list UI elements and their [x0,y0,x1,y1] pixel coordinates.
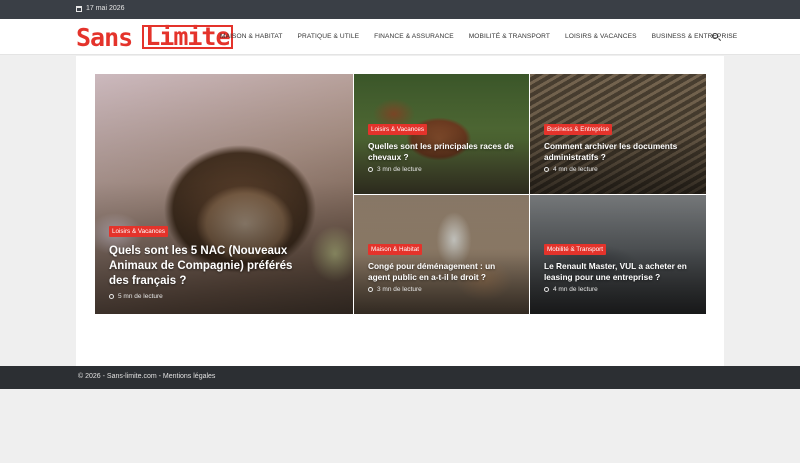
read-time: 3 mn de lecture [368,286,519,293]
clock-icon [368,287,373,292]
article-card[interactable]: Maison & Habitat Congé pour déménagement… [354,195,529,314]
article-title[interactable]: Congé pour déménagement : un agent publi… [368,261,519,283]
date-text: 17 mai 2026 [86,5,125,12]
date-display: 17 mai 2026 [76,5,125,12]
article-card[interactable]: Business & Entreprise Comment archiver l… [530,74,706,194]
nav-item-mobilite-transport[interactable]: MOBILITÉ & TRANSPORT [469,33,550,40]
main-nav: MAISON & HABITAT PRATIQUE & UTILE FINANC… [220,33,752,40]
category-badge[interactable]: Mobilité & Transport [544,244,606,256]
article-card[interactable]: Loisirs & Vacances Quelles sont les prin… [354,74,529,194]
site-logo[interactable]: Sans Limite [76,22,233,52]
clock-icon [544,167,549,172]
logo-part-sans: Sans [76,22,133,52]
nav-item-loisirs-vacances[interactable]: LOISIRS & VACANCES [565,33,637,40]
read-time-text: 4 mn de lecture [553,166,598,173]
article-card[interactable]: Mobilité & Transport Le Renault Master, … [530,195,706,314]
nav-item-finance-assurance[interactable]: FINANCE & ASSURANCE [374,33,454,40]
read-time: 4 mn de lecture [544,166,696,173]
article-title[interactable]: Comment archiver les documents administr… [544,141,696,163]
nav-item-pratique-utile[interactable]: PRATIQUE & UTILE [298,33,360,40]
read-time: 3 mn de lecture [368,166,519,173]
read-time-text: 5 mn de lecture [118,293,163,300]
site-header: Sans Limite MAISON & HABITAT PRATIQUE & … [0,19,800,55]
top-bar: 17 mai 2026 [0,0,800,19]
category-badge[interactable]: Maison & Habitat [368,244,422,256]
read-time: 5 mn de lecture [109,293,343,300]
clock-icon [544,287,549,292]
read-time-text: 4 mn de lecture [553,286,598,293]
category-badge[interactable]: Loisirs & Vacances [368,124,428,136]
footer-text[interactable]: © 2026 - Sans-limite.com - Mentions léga… [78,373,215,380]
featured-article-card[interactable]: Loisirs & Vacances Quels sont les 5 NAC … [95,74,353,314]
read-time-text: 3 mn de lecture [377,286,422,293]
site-footer: © 2026 - Sans-limite.com - Mentions léga… [0,366,800,389]
category-badge[interactable]: Loisirs & Vacances [109,226,169,238]
category-badge[interactable]: Business & Entreprise [544,124,612,136]
calendar-icon [76,5,82,12]
search-icon[interactable] [712,33,718,39]
nav-item-business-entreprise[interactable]: BUSINESS & ENTREPRISE [652,33,738,40]
article-title[interactable]: Quelles sont les principales races de ch… [368,141,519,163]
read-time-text: 3 mn de lecture [377,166,422,173]
clock-icon [368,167,373,172]
read-time: 4 mn de lecture [544,286,696,293]
article-title[interactable]: Le Renault Master, VUL a acheter en leas… [544,261,696,283]
clock-icon [109,294,114,299]
article-title[interactable]: Quels sont les 5 NAC (Nouveaux Animaux d… [109,244,299,289]
nav-item-maison-habitat[interactable]: MAISON & HABITAT [220,33,283,40]
logo-part-limite: Limite [142,24,233,49]
